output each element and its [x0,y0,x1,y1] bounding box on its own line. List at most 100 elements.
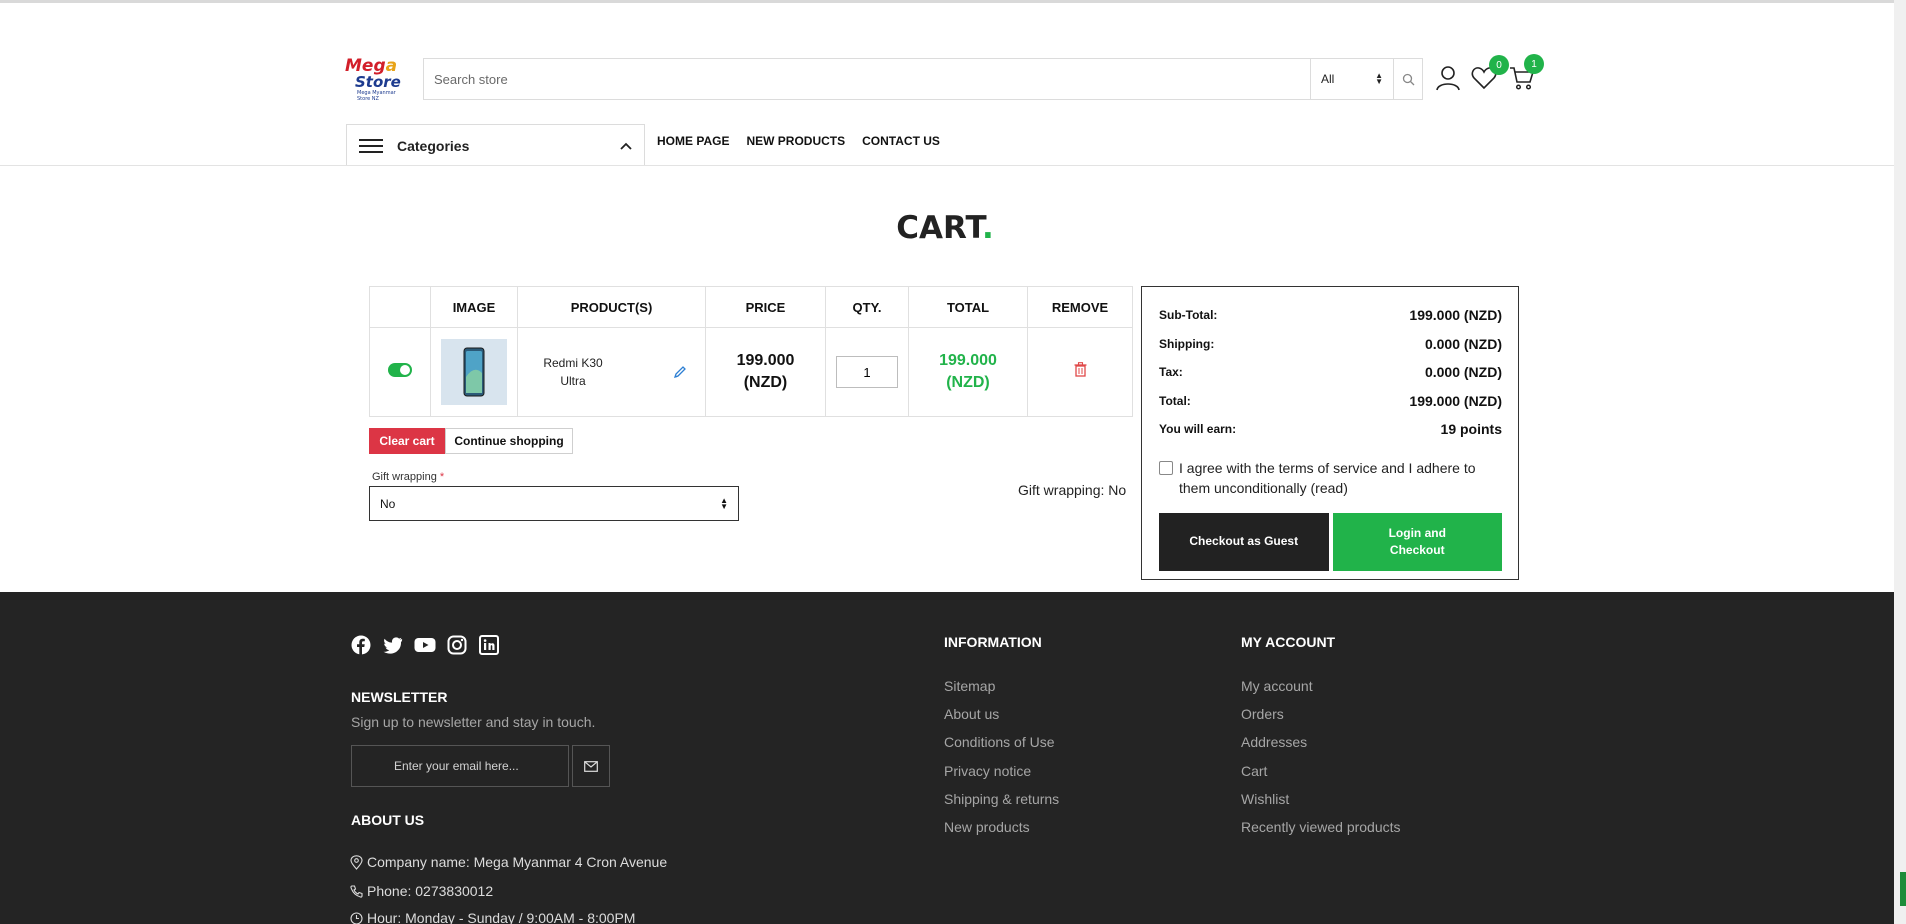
column-header-qty: QTY. [825,286,909,328]
categories-dropdown[interactable]: Categories [346,124,645,166]
summary-label: Shipping: [1159,336,1215,351]
search-category-select[interactable]: All ▲ ▼ [1310,58,1394,100]
footer-link-shipping[interactable]: Shipping & returns [944,791,1059,807]
footer-link-privacy[interactable]: Privacy notice [944,763,1031,779]
summary-value: 0.000 (NZD) [1424,364,1502,381]
youtube-icon[interactable] [414,634,436,656]
account-button[interactable] [1434,64,1462,92]
list-item: New products [944,817,1059,845]
table-row: Redmi K30 Ultra 199.000 (NZD) 199.000 (N… [369,327,1133,417]
twitter-icon[interactable] [382,634,404,656]
wishlist-count-badge: 0 [1489,55,1509,75]
summary-row-tax: Tax: 0.000 (NZD) [1159,358,1502,387]
newsletter-email-input[interactable] [351,745,569,787]
summary-label: Total: [1159,393,1191,408]
company-name-text: Company name: Mega Myanmar 4 Cron Avenue [367,854,668,870]
scrollbar[interactable] [1894,0,1906,924]
phone-text[interactable]: Phone: 0273830012 [367,883,493,899]
phone-image-icon [463,347,485,397]
column-header-product: PRODUCT(S) [517,286,706,328]
clear-cart-button[interactable]: Clear cart [369,428,445,454]
search-bar: All ▲▼ [423,58,1423,100]
envelope-icon [584,760,598,772]
newsletter-subscribe-button[interactable] [572,745,610,787]
back-to-top-tab[interactable] [1900,872,1906,906]
footer-link-conditions[interactable]: Conditions of Use [944,734,1055,750]
list-item: Wishlist [1241,789,1401,817]
footer-link-sitemap[interactable]: Sitemap [944,678,995,694]
column-header-total: TOTAL [908,286,1028,328]
instagram-icon[interactable] [446,634,468,656]
footer-link-my-account[interactable]: My account [1241,678,1313,694]
terms-checkbox[interactable] [1159,460,1173,475]
clock-icon [350,911,363,924]
required-asterisk: * [439,471,445,483]
social-links [350,634,500,656]
summary-row-total: Total: 199.000 (NZD) [1159,387,1502,416]
nav-link-contact[interactable]: CONTACT US [862,134,940,148]
search-input[interactable] [423,58,1310,100]
footer-link-cart[interactable]: Cart [1241,763,1267,779]
select-arrows-icon: ▲ ▼ [1375,71,1383,86]
product-name-link[interactable]: Redmi K30 Ultra [538,354,608,390]
newsletter-subtitle: Sign up to newsletter and stay in touch. [351,714,596,730]
summary-value: 199.000 (NZD) [1409,392,1502,409]
summary-label: Tax: [1159,365,1183,380]
checkout-as-guest-button[interactable]: Checkout as Guest [1159,512,1329,571]
list-item: Addresses [1241,732,1401,760]
phone-icon [350,884,363,898]
logo-text-store: Store [355,73,401,91]
company-info: Company name: Mega Myanmar 4 Cron Avenue [350,854,667,870]
checkout-buttons: Checkout as Guest Login and Checkout [1159,512,1502,571]
quantity-input[interactable] [836,356,898,388]
edit-pencil-icon[interactable] [673,365,687,379]
search-button[interactable] [1394,58,1423,100]
product-image[interactable] [441,339,507,405]
footer-link-orders[interactable]: Orders [1241,706,1284,722]
search-category-value: All [1321,72,1335,86]
footer-link-about-us[interactable]: About us [944,706,999,722]
list-item: Shipping & returns [944,789,1059,817]
list-item: Conditions of Use [944,732,1059,760]
summary-label: Sub-Total: [1159,308,1218,323]
continue-shopping-button[interactable]: Continue shopping [445,428,573,454]
hamburger-icon [359,138,383,153]
list-item: Cart [1241,761,1401,789]
order-summary: Sub-Total: 199.000 (NZD) Shipping: 0.000 (… [1141,286,1519,580]
page-title: CART. [0,210,1890,246]
facebook-icon[interactable] [350,634,372,656]
gift-wrapping-status: Gift wrapping: No [1018,482,1127,498]
linkedin-icon[interactable] [478,634,500,656]
footer-link-addresses[interactable]: Addresses [1241,734,1307,750]
list-item: Recently viewed products [1241,817,1401,845]
terms-agreement: I agree with the terms of service and I … [1159,458,1502,498]
nav-link-home[interactable]: HOME PAGE [657,134,729,148]
list-item: About us [944,704,1059,732]
gift-wrapping-select[interactable]: No ▲ ▼ [369,486,739,521]
footer-link-new-products[interactable]: New products [944,819,1030,835]
footer-link-recently-viewed[interactable]: Recently viewed products [1241,819,1401,835]
gift-wrapping-label: Gift wrapping * [372,471,444,483]
login-and-checkout-button[interactable]: Login and Checkout [1332,512,1502,571]
select-item-toggle[interactable] [388,362,412,377]
column-header-select [369,286,431,328]
column-header-remove: REMOVE [1027,286,1133,328]
footer-link-wishlist[interactable]: Wishlist [1241,791,1289,807]
store-logo[interactable]: Mega Store Mega Myanmar Store NZ [345,58,405,103]
page-title-dot: . [981,210,994,246]
cart-table-header: IMAGE PRODUCT(S) PRICE QTY. TOTAL REMOVE [369,286,1133,328]
page-title-text: CART [896,210,982,246]
trash-icon[interactable] [1074,362,1087,377]
information-title: INFORMATION [944,634,1042,650]
search-icon [1402,73,1414,85]
summary-row-shipping: Shipping: 0.000 (NZD) [1159,330,1502,359]
summary-value: 0.000 (NZD) [1424,335,1502,352]
summary-row-subtotal: Sub-Total: 199.000 (NZD) [1159,301,1502,330]
terms-text[interactable]: I agree with the terms of service and I … [1179,458,1502,498]
top-border [0,0,1906,3]
nav-link-new-products[interactable]: NEW PRODUCTS [746,134,845,148]
hours-info: Hour: Monday - Sunday / 9:00AM - 8:00PM [350,910,635,924]
information-links: Sitemap About us Conditions of Use Priva… [944,676,1059,845]
gift-wrapping-value: No [380,496,396,511]
hours-text: Hour: Monday - Sunday / 9:00AM - 8:00PM [367,910,636,924]
